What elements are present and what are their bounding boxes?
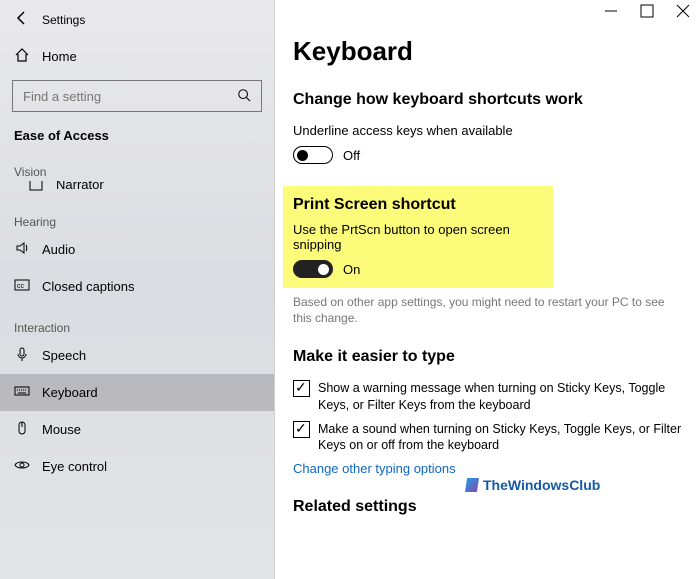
nav-label: Audio (42, 242, 75, 257)
sidebar-item-audio[interactable]: Audio (0, 231, 274, 268)
section-prtscn: Print Screen shortcut Use the PrtScn but… (293, 186, 682, 326)
eye-icon (14, 457, 30, 476)
section-shortcuts: Change how keyboard shortcuts work Under… (293, 91, 682, 164)
speech-icon (14, 346, 30, 365)
group-interaction: Interaction (0, 305, 274, 337)
search-box[interactable] (12, 80, 262, 112)
sidebar-item-cc[interactable]: cc Closed captions (0, 268, 274, 305)
watermark-icon (465, 478, 479, 492)
mouse-icon (14, 420, 30, 439)
nav-label: Speech (42, 348, 86, 363)
group-vision: Vision (0, 149, 274, 181)
section-related: Related settings (293, 498, 682, 516)
search-input[interactable] (23, 89, 223, 104)
checkbox-warning[interactable] (293, 380, 310, 397)
checkbox-sound-label: Make a sound when turning on Sticky Keys… (318, 421, 682, 454)
svg-text:cc: cc (17, 283, 25, 290)
link-other-typing[interactable]: Change other typing options (293, 461, 682, 476)
keyboard-icon (14, 383, 30, 402)
sidebar-item-keyboard[interactable]: Keyboard (0, 374, 274, 411)
nav-label: Mouse (42, 422, 81, 437)
home-icon (14, 47, 30, 66)
checkbox-warning-label: Show a warning message when turning on S… (318, 380, 682, 413)
nav-home[interactable]: Home (0, 39, 274, 74)
current-category: Ease of Access (0, 124, 274, 149)
toggle-state: Off (343, 148, 360, 163)
nav-label: Narrator (56, 181, 104, 192)
page-title: Keyboard (293, 36, 682, 67)
watermark-text: TheWindowsClub (483, 477, 600, 493)
search-icon (237, 88, 251, 105)
main-pane: Keyboard Change how keyboard shortcuts w… (275, 0, 700, 579)
nav-home-label: Home (42, 49, 77, 64)
audio-icon (14, 240, 30, 259)
section-heading: Change how keyboard shortcuts work (293, 91, 682, 109)
section-easier-type: Make it easier to type Show a warning me… (293, 348, 682, 476)
app-title: Settings (42, 13, 85, 27)
toggle-state: On (343, 262, 360, 277)
checkbox-sound[interactable] (293, 421, 310, 438)
option-underline-label: Underline access keys when available (293, 123, 682, 138)
nav-label: Keyboard (42, 385, 98, 400)
prtscn-hint: Based on other app settings, you might n… (293, 294, 682, 326)
cc-icon: cc (14, 277, 30, 296)
watermark: TheWindowsClub (465, 477, 600, 493)
minimize-icon[interactable] (604, 4, 618, 21)
nav-label: Eye control (42, 459, 107, 474)
section-heading: Make it easier to type (293, 348, 682, 366)
sidebar-item-narrator[interactable]: Narrator (0, 181, 274, 199)
section-heading: Related settings (293, 498, 682, 516)
group-hearing: Hearing (0, 199, 274, 231)
option-prtscn-label: Use the PrtScn button to open screen sni… (293, 222, 525, 252)
sidebar: Settings Home Ease of Access Vision Narr… (0, 0, 275, 579)
toggle-underline[interactable] (293, 146, 333, 164)
close-icon[interactable] (676, 4, 690, 21)
back-icon[interactable] (14, 10, 30, 29)
nav-label: Closed captions (42, 279, 135, 294)
section-heading: Print Screen shortcut (293, 196, 525, 214)
maximize-icon[interactable] (640, 4, 654, 21)
sidebar-item-speech[interactable]: Speech (0, 337, 274, 374)
toggle-prtscn[interactable] (293, 260, 333, 278)
sidebar-item-mouse[interactable]: Mouse (0, 411, 274, 448)
sidebar-item-eye[interactable]: Eye control (0, 448, 274, 485)
